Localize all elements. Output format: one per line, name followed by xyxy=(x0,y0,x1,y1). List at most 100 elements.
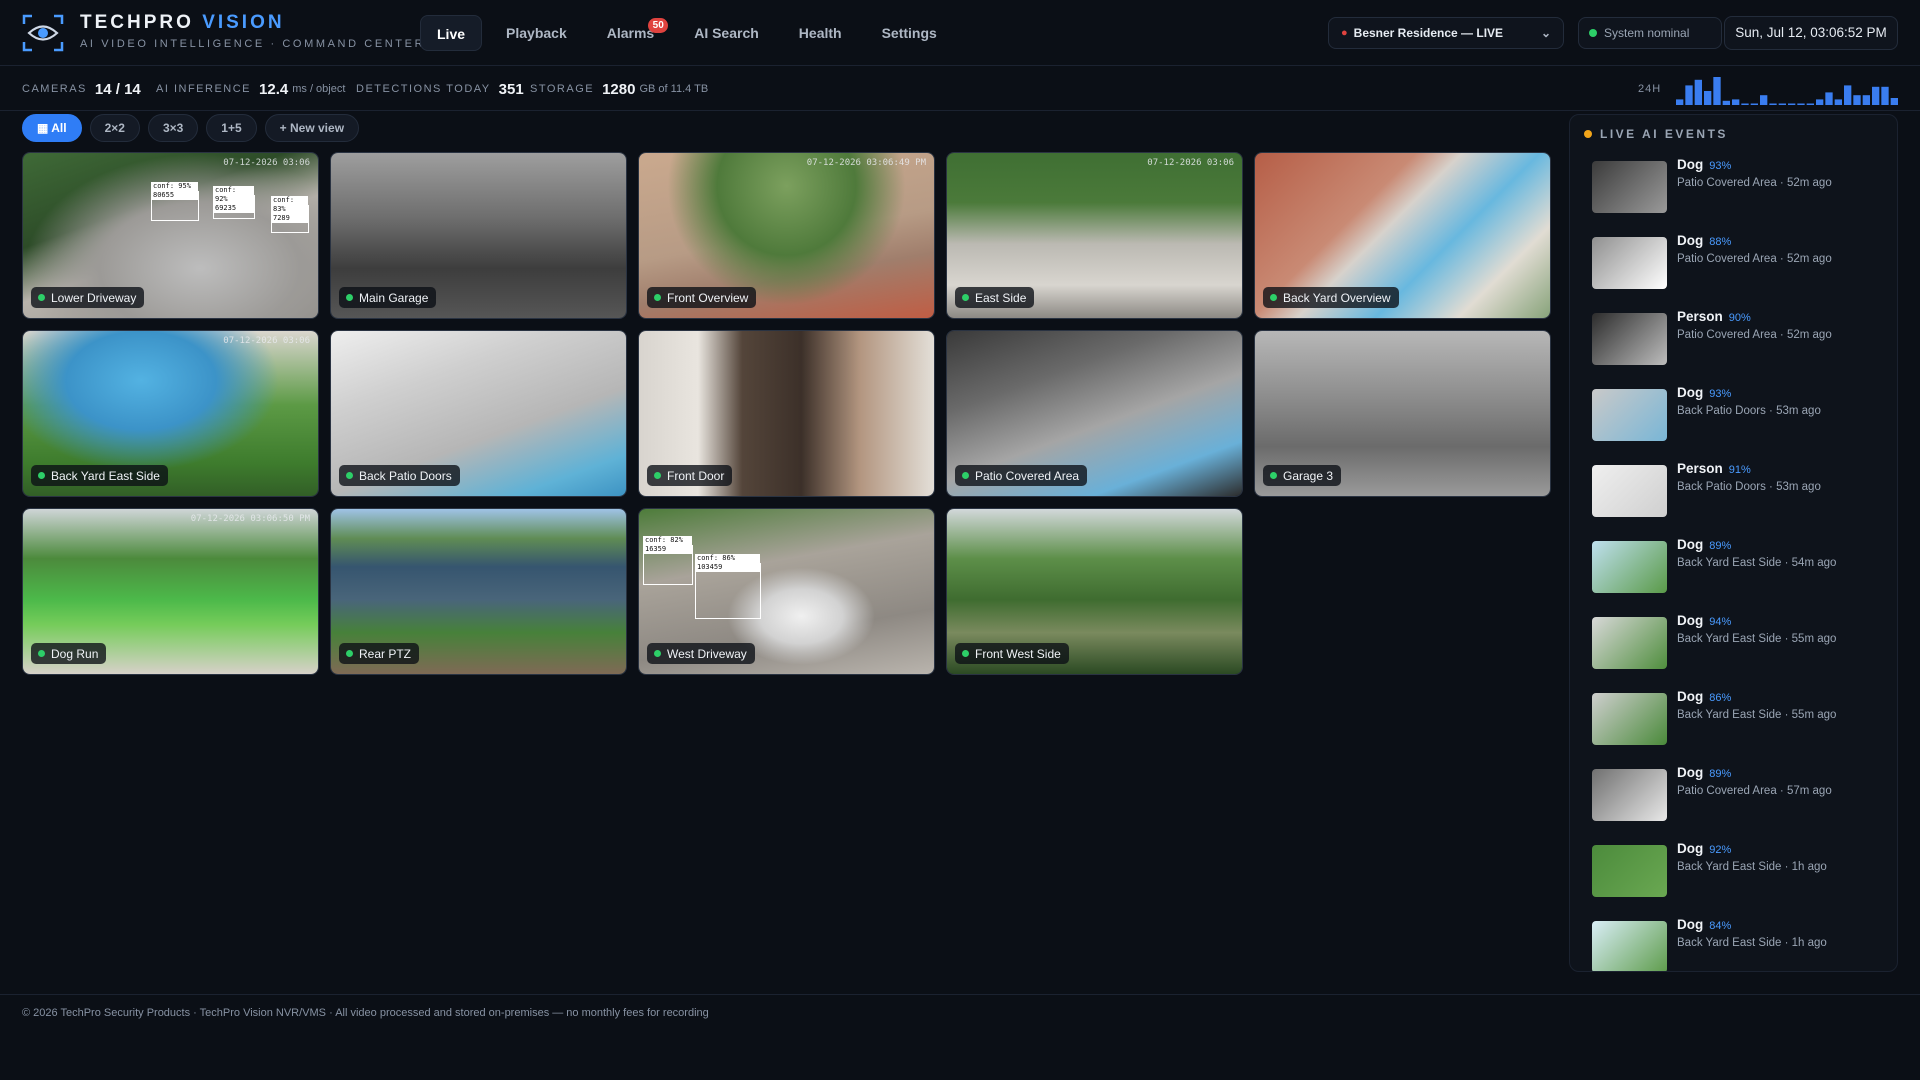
camera-tile[interactable]: conf: 82% 16359 conf: 86% 103459 West Dr… xyxy=(638,508,935,675)
live-dot-icon xyxy=(1270,472,1277,479)
events-list: Dog 93% Patio Covered Area · 52m ago Dog 88%… xyxy=(1592,157,1892,971)
event-type: Dog 84% xyxy=(1677,917,1732,932)
event-meta: Patio Covered Area · 52m ago xyxy=(1677,329,1832,341)
event-thumbnail xyxy=(1592,617,1667,669)
camera-label: Front Door xyxy=(647,465,733,486)
tab-live[interactable]: Live xyxy=(420,15,483,51)
live-dot-icon xyxy=(1270,294,1277,301)
camera-tile[interactable]: 07-12-2026 03:06 East Side xyxy=(946,152,1243,319)
event-item[interactable]: Dog 93% Back Patio Doors · 53m ago xyxy=(1592,385,1892,461)
event-thumbnail xyxy=(1592,161,1667,213)
app-root: TECHPRO VISION AI VIDEO INTELLIGENCE · C… xyxy=(0,0,1920,1080)
sparkline-bar xyxy=(1676,99,1684,105)
event-thumbnail xyxy=(1592,693,1667,745)
event-item[interactable]: Dog 89% Patio Covered Area · 57m ago xyxy=(1592,765,1892,841)
sparkline-bar xyxy=(1853,95,1861,105)
sparkline-bar xyxy=(1872,86,1880,105)
event-confidence: 88% xyxy=(1709,236,1732,248)
camera-label: Rear PTZ xyxy=(339,643,420,664)
event-confidence: 86% xyxy=(1709,692,1732,704)
detections-sparkline xyxy=(1676,77,1898,105)
brand: TECHPRO VISION AI VIDEO INTELLIGENCE · C… xyxy=(80,12,425,50)
event-item[interactable]: Dog 89% Back Yard East Side · 54m ago xyxy=(1592,537,1892,613)
camera-tile[interactable]: Back Yard Overview xyxy=(1254,152,1551,319)
brand-subtitle: AI VIDEO INTELLIGENCE · COMMAND CENTER xyxy=(80,38,426,50)
stats-bar: CAMERAS 14 / 14 AI INFERENCE 12.4 ms / o… xyxy=(0,67,1920,111)
tab-ai-search[interactable]: AI Search xyxy=(678,15,775,51)
event-confidence: 93% xyxy=(1709,388,1732,400)
camera-tile[interactable]: Garage 3 xyxy=(1254,330,1551,497)
live-dot-icon xyxy=(38,294,45,301)
view-2x2-button[interactable]: 2×2 xyxy=(89,114,140,142)
sparkline-bar xyxy=(1788,103,1796,105)
detection-box: conf: 86% 103459 xyxy=(695,554,761,619)
stat-inference: AI INFERENCE 12.4 ms / object xyxy=(156,80,346,98)
sparkline-bar xyxy=(1722,100,1730,105)
sparkline-bar xyxy=(1713,77,1721,105)
live-dot-icon xyxy=(38,650,45,657)
event-item[interactable]: Person 90% Patio Covered Area · 52m ago xyxy=(1592,309,1892,385)
site-label: Besner Residence — LIVE xyxy=(1353,26,1504,40)
camera-tile[interactable]: Front West Side xyxy=(946,508,1243,675)
camera-tile[interactable]: Rear PTZ xyxy=(330,508,627,675)
pin-icon: ● xyxy=(1341,27,1348,39)
event-thumbnail xyxy=(1592,237,1667,289)
event-item[interactable]: Dog 94% Back Yard East Side · 55m ago xyxy=(1592,613,1892,689)
sparkline-bar xyxy=(1741,103,1749,105)
view-3x3-button[interactable]: 3×3 xyxy=(147,114,199,142)
footer: © 2026 TechPro Security Products · TechP… xyxy=(0,994,1920,1019)
camera-tile[interactable]: Back Patio Doors xyxy=(330,330,627,497)
camera-label: Patio Covered Area xyxy=(955,465,1088,486)
site-selector[interactable]: ● Besner Residence — LIVE ⌄ xyxy=(1328,17,1564,49)
event-thumbnail xyxy=(1592,845,1667,897)
sparkline-bar xyxy=(1834,99,1842,105)
new-view-button[interactable]: + New view xyxy=(264,114,360,142)
event-confidence: 89% xyxy=(1709,768,1732,780)
event-item[interactable]: Dog 92% Back Yard East Side · 1h ago xyxy=(1592,841,1892,917)
live-dot-icon xyxy=(346,650,353,657)
tab-playback[interactable]: Playback xyxy=(490,15,583,51)
event-item[interactable]: Dog 93% Patio Covered Area · 52m ago xyxy=(1592,157,1892,233)
view-selector: ▦ All 2×2 3×3 1+5 + New view xyxy=(22,114,360,142)
camera-label: East Side xyxy=(955,287,1035,308)
tab-settings[interactable]: Settings xyxy=(866,15,953,51)
camera-tile[interactable]: Front Door xyxy=(638,330,935,497)
event-dot-icon xyxy=(1584,130,1592,138)
live-events-panel: LIVE AI EVENTS Dog 93% Patio Covered Area … xyxy=(1569,114,1898,972)
top-header: TECHPRO VISION AI VIDEO INTELLIGENCE · C… xyxy=(0,0,1920,66)
detection-box: conf: 82% 16359 xyxy=(643,536,693,585)
tab-alarms[interactable]: Alarms 50 xyxy=(591,15,670,51)
camera-tile[interactable]: 07-12-2026 03:06:50 PM Dog Run xyxy=(22,508,319,675)
event-meta: Patio Covered Area · 52m ago xyxy=(1677,253,1832,265)
view-all-button[interactable]: ▦ All xyxy=(22,114,82,142)
camera-grid: conf: 95% 80655 conf: 92% 69235 conf: 83… xyxy=(22,152,1555,675)
system-status: System nominal xyxy=(1578,17,1722,49)
tab-health[interactable]: Health xyxy=(783,15,858,51)
event-type: Dog 86% xyxy=(1677,689,1732,704)
live-dot-icon xyxy=(38,472,45,479)
event-item[interactable]: Dog 84% Back Yard East Side · 1h ago xyxy=(1592,917,1892,971)
event-item[interactable]: Person 91% Back Patio Doors · 53m ago xyxy=(1592,461,1892,537)
event-item[interactable]: Dog 88% Patio Covered Area · 52m ago xyxy=(1592,233,1892,309)
sparkline-bar xyxy=(1862,95,1870,105)
event-type: Dog 92% xyxy=(1677,841,1732,856)
camera-tile[interactable]: 07-12-2026 03:06 Back Yard East Side xyxy=(22,330,319,497)
event-type: Dog 89% xyxy=(1677,537,1732,552)
camera-tile[interactable]: Patio Covered Area xyxy=(946,330,1243,497)
camera-tile[interactable]: conf: 95% 80655 conf: 92% 69235 conf: 83… xyxy=(22,152,319,319)
event-confidence: 90% xyxy=(1728,312,1751,324)
event-thumbnail xyxy=(1592,541,1667,593)
event-confidence: 89% xyxy=(1709,540,1732,552)
sparkline-bar xyxy=(1890,98,1898,105)
sparkline-bar xyxy=(1685,85,1693,105)
alarm-count-badge: 50 xyxy=(648,18,669,33)
footer-text: © 2026 TechPro Security Products · TechP… xyxy=(22,1007,709,1019)
camera-timestamp: 07-12-2026 03:06 xyxy=(1147,158,1234,168)
camera-tile[interactable]: Main Garage xyxy=(330,152,627,319)
sparkline-bar xyxy=(1694,79,1702,105)
event-item[interactable]: Dog 86% Back Yard East Side · 55m ago xyxy=(1592,689,1892,765)
camera-tile[interactable]: 07-12-2026 03:06:49 PM Front Overview xyxy=(638,152,935,319)
event-meta: Patio Covered Area · 52m ago xyxy=(1677,177,1832,189)
view-1plus5-button[interactable]: 1+5 xyxy=(206,114,257,142)
sparkline-label: 24H xyxy=(1638,83,1662,95)
